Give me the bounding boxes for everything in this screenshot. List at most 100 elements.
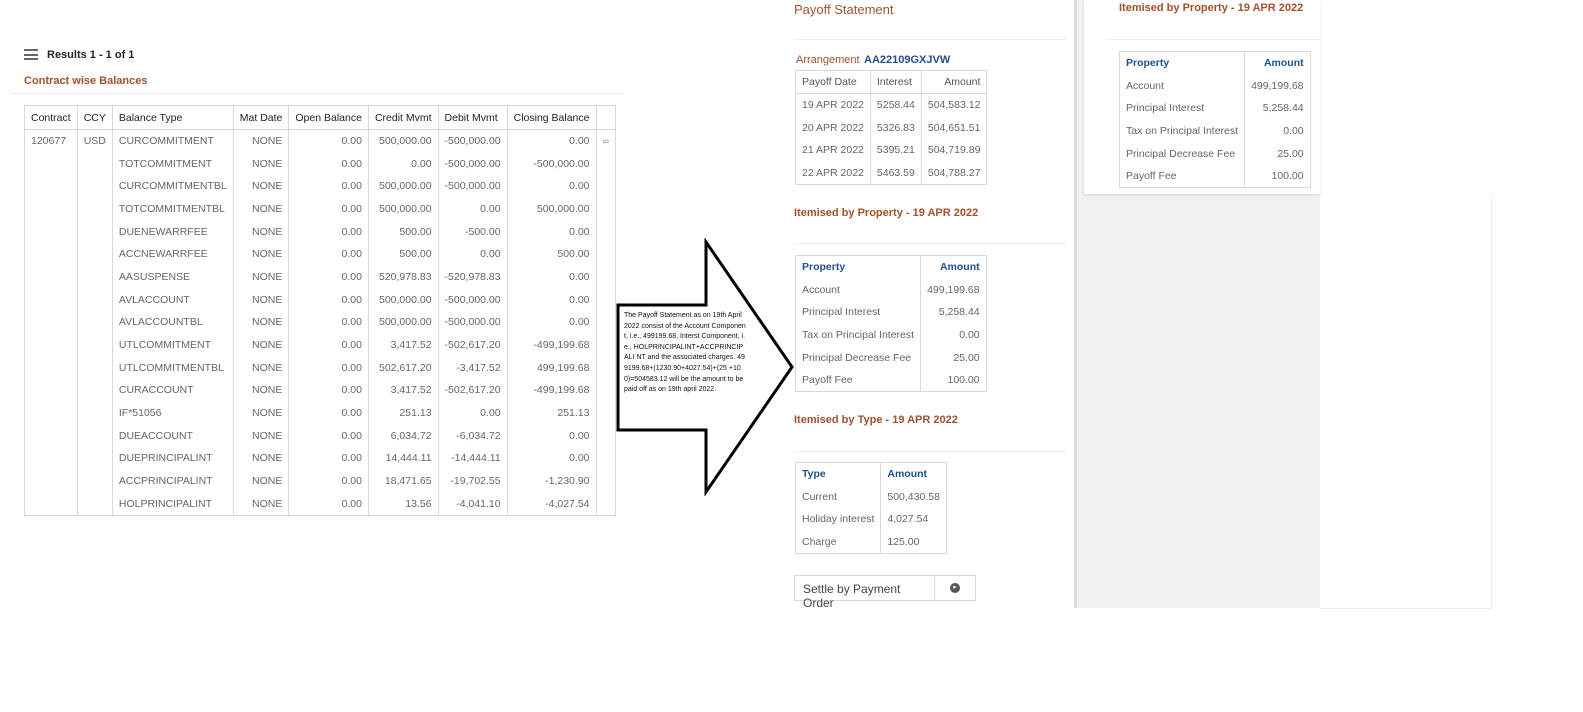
itemised-by-type-title: Itemised by Type - 19 APR 2022 [794,414,958,426]
ccy-cell [76,311,113,334]
closing-balance-cell: -499,199.68 [506,333,597,357]
credit-mvmt-cell: 18,471.65 [367,469,439,493]
balance-type-cell: AVLACCOUNTBL [111,311,234,334]
section-title-contract-balances: Contract wise Balances [24,75,148,87]
debit-mvmt-cell: -500,000.00 [437,152,508,175]
ccy-cell [76,242,113,266]
balance-type-cell: UTLCOMMITMENT [111,333,234,357]
table-row: UTLCOMMITMENTBL NONE 0.00 502,617.20 -3,417.… [24,356,616,380]
panel-border [1074,0,1077,608]
column-header-balance-type: Balance Type [111,105,234,130]
balance-type-cell: UTLCOMMITMENTBL [111,356,234,380]
credit-mvmt-cell: 6,034.72 [367,424,439,448]
settle-by-payment-order-button[interactable]: Settle by Payment Order ▸ [794,575,976,610]
interest-cell: 5326.83 [869,116,922,139]
table-row: UTLCOMMITMENT NONE 0.00 3,417.52 -502,617.20… [24,333,616,357]
debit-mvmt-cell: -500,000.00 [437,174,508,198]
table-row: 21 APR 2022 5395.21 504,719.89 [795,138,988,162]
credit-mvmt-cell: 500,000.00 [367,311,439,334]
open-balance-cell: 0.00 [288,129,369,153]
actions-cell [595,197,616,221]
annotation-text: The Payoff Statement as on 19th April 20… [624,312,746,394]
table-row: Principal Decrease Fee 25.00 [1118,142,1311,165]
closing-balance-cell: -4,027.54 [506,492,597,516]
contract-cell [24,197,78,221]
contract-cell [24,311,78,334]
payoff-date-cell: 22 APR 2022 [795,161,871,185]
property-table-right: Property Amount Account 499,199.68 Princip… [1118,51,1311,189]
eye-icon[interactable]: ∞ [603,136,609,146]
ccy-cell [76,197,113,221]
table-row: Tax on Principal Interest 0.00 [1118,119,1311,143]
credit-mvmt-cell: 500.00 [367,220,439,243]
mat-date-cell: NONE [232,492,290,516]
property-name-cell: Principal Interest [794,300,922,324]
divider [794,451,1066,452]
panel-outline [1320,195,1492,609]
type-amount-cell: 125.00 [880,530,947,554]
table-row: DUEPRINCIPALINT NONE 0.00 14,444.11 -14,444.… [24,447,616,470]
contract-cell [24,356,78,380]
table-row: Charge 125.00 [794,530,947,554]
balance-type-cell: TOTCOMMITMENTBL [111,197,234,221]
interest-cell: 5463.59 [869,161,922,185]
actions-cell [595,174,616,198]
debit-mvmt-cell: -6,034.72 [437,424,508,448]
mat-date-cell: NONE [232,288,290,311]
settle-go-button[interactable]: ▸ [935,576,975,600]
mat-date-cell: NONE [232,379,290,402]
balance-type-cell: CURACCOUNT [111,379,234,402]
table-row: Holiday interest 4,027.54 [794,507,947,531]
ccy-cell [76,288,113,311]
table-header-row: Property Amount [1118,51,1311,75]
table-row: ACCPRINCIPALINT NONE 0.00 18,471.65 -19,702.… [24,469,616,493]
table-row: Account 499,199.68 [1118,74,1311,97]
mat-date-cell: NONE [232,197,290,221]
mat-date-cell: NONE [232,242,290,266]
divider [1106,39,1320,40]
balance-type-cell: DUENEWARRFEE [111,220,234,243]
mat-date-cell: NONE [232,220,290,243]
debit-mvmt-cell: -500.00 [437,220,508,243]
type-name-cell: Current [794,485,882,508]
type-amount-cell: 500,430.58 [880,485,947,508]
column-header-amount: Amount [920,255,987,279]
debit-mvmt-cell: -14,444.11 [437,447,508,470]
closing-balance-cell: 0.00 [506,265,597,289]
mat-date-cell: NONE [232,152,290,175]
open-balance-cell: 0.00 [288,152,369,175]
property-amount-cell: 25.00 [920,346,987,369]
property-name-cell: Account [794,278,922,301]
column-header-mat-date: Mat Date [232,105,290,130]
property-name-cell: Principal Interest [1118,96,1246,120]
table-row: AVLACCOUNT NONE 0.00 500,000.00 -500,000.00 0… [24,288,616,311]
column-header-amount: Amount [1244,51,1311,75]
contract-cell [24,152,78,175]
closing-balance-cell: 500,000.00 [506,197,597,221]
type-table: Type Amount Current 500,430.58 Holiday int… [794,462,947,554]
closing-balance-cell: -499,199.68 [506,379,597,402]
table-row: 20 APR 2022 5326.83 504,651.51 [795,116,988,139]
table-header-row: Payoff Date Interest Amount [795,70,988,94]
column-header-closing-balance: Closing Balance [506,105,597,130]
table-row: AASUSPENSE NONE 0.00 520,978.83 -520,978.83 0… [24,265,616,289]
contract-cell [24,469,78,493]
closing-balance-cell: 0.00 [506,129,597,153]
property-amount-cell: 0.00 [920,323,987,347]
closing-balance-cell: 0.00 [506,288,597,311]
arrangement-id: AA22109GXJVW [864,54,951,66]
menu-icon[interactable] [24,49,38,60]
balances-table: Contract CCY Balance Type Mat Date Open … [24,105,616,516]
table-row: IF*51056 NONE 0.00 251.13 0.00 251.13 [24,401,616,425]
table-row: Principal Interest 5,258.44 [1118,96,1311,120]
mat-date-cell: NONE [232,401,290,425]
ccy-cell [76,265,113,289]
column-header-contract: Contract [24,105,78,130]
credit-mvmt-cell: 3,417.52 [367,379,439,402]
debit-mvmt-cell: -502,617.20 [437,379,508,402]
balance-type-cell: HOLPRINCIPALINT [111,492,234,516]
settle-button-label: Settle by Payment Order [795,576,935,610]
closing-balance-cell: 0.00 [506,174,597,198]
table-row: Account 499,199.68 [794,278,987,301]
ccy-cell [76,424,113,448]
